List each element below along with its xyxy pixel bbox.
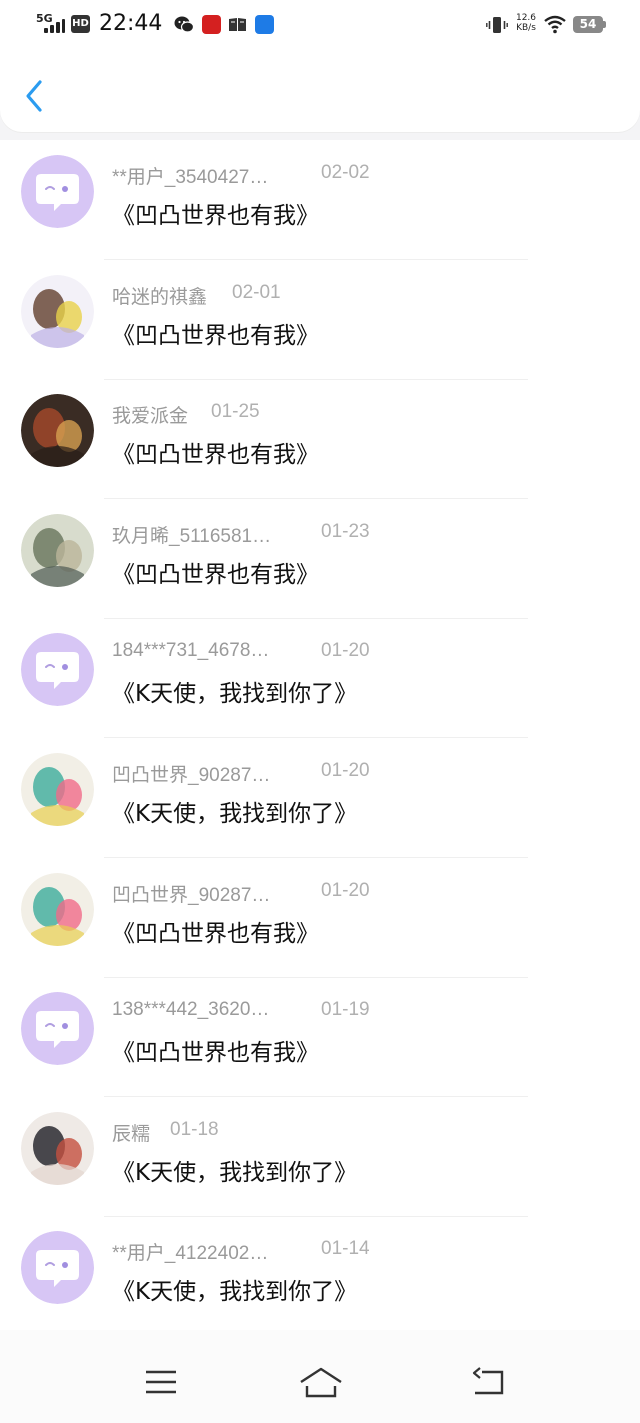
reader-icon [228, 15, 247, 34]
wifi-icon [543, 14, 567, 38]
list-item[interactable]: **用户_3540427… 02-02 《凹凸世界也有我》 [0, 140, 640, 260]
default-chat-avatar[interactable] [21, 992, 94, 1066]
menu-icon[interactable] [141, 1366, 181, 1400]
user-avatar[interactable] [21, 1111, 94, 1185]
default-chat-avatar[interactable] [21, 1231, 94, 1305]
status-bar: 5G HD 22:44 12.6 KB/s 54 [0, 0, 640, 50]
message-date: 02-01 [232, 281, 281, 303]
user-name: **用户_4122402… [112, 1243, 269, 1265]
book-title: 《凹凸世界也有我》 [112, 442, 319, 469]
user-name: 184***731_4678… [112, 640, 270, 662]
user-avatar[interactable] [21, 274, 94, 348]
user-name: 哈迷的祺鑫 [112, 286, 208, 308]
network-speed-value: 12.6 [515, 13, 537, 23]
user-name: 凹凸世界_90287… [112, 884, 271, 906]
network-speed: 12.6 KB/s [512, 13, 540, 33]
book-title: 《K天使，我找到你了》 [112, 1279, 358, 1306]
user-avatar[interactable] [21, 753, 94, 826]
list-item[interactable]: **用户_4122402… 01-14 《K天使，我找到你了》 [0, 1216, 640, 1337]
network-speed-unit: KB/s [516, 23, 536, 33]
message-date: 01-19 [321, 999, 370, 1021]
default-chat-avatar[interactable] [21, 633, 94, 707]
wechat-icon [174, 15, 195, 34]
status-time: 22:44 [99, 11, 163, 36]
book-title: 《凹凸世界也有我》 [112, 920, 319, 947]
message-list: **用户_3540427… 02-02 《凹凸世界也有我》 哈迷的祺鑫 02-01 《凹凸… [0, 140, 640, 1337]
list-item[interactable]: 哈迷的祺鑫 02-01 《凹凸世界也有我》 [0, 260, 640, 380]
back-nav-icon[interactable] [470, 1366, 510, 1400]
book-title: 《K天使，我找到你了》 [112, 681, 358, 708]
list-item[interactable]: 凹凸世界_90287… 01-20 《凹凸世界也有我》 [0, 858, 640, 978]
list-item[interactable]: 138***442_3620… 01-19 《凹凸世界也有我》 [0, 977, 640, 1098]
user-name: 凹凸世界_90287… [112, 765, 271, 786]
message-date: 01-18 [170, 1118, 219, 1140]
book-title: 《凹凸世界也有我》 [112, 561, 319, 588]
message-date: 01-14 [321, 1238, 370, 1260]
user-avatar[interactable] [21, 513, 94, 587]
battery-icon: 54 [573, 16, 606, 33]
list-item[interactable]: 我爱派金 01-25 《凹凸世界也有我》 [0, 379, 640, 500]
message-date: 01-23 [321, 520, 370, 542]
message-date: 01-25 [211, 401, 260, 423]
home-icon[interactable] [298, 1366, 344, 1400]
message-date: 01-20 [321, 879, 370, 901]
user-avatar[interactable] [21, 872, 94, 946]
user-name: 辰糯 [112, 1123, 151, 1145]
book-title: 《K天使，我找到你了》 [112, 801, 358, 827]
message-date: 01-20 [321, 760, 370, 781]
book-title: 《凹凸世界也有我》 [112, 322, 319, 349]
user-name: 138***442_3620… [112, 999, 270, 1021]
default-chat-avatar[interactable] [21, 155, 94, 228]
list-item[interactable]: 184***731_4678… 01-20 《K天使，我找到你了》 [0, 618, 640, 739]
system-nav-bar [0, 1330, 640, 1423]
book-title: 《凹凸世界也有我》 [112, 1040, 319, 1067]
user-name: 我爱派金 [112, 406, 189, 428]
list-item[interactable]: 玖月晞_5116581… 01-23 《凹凸世界也有我》 [0, 499, 640, 619]
user-name: **用户_3540427… [112, 167, 269, 188]
message-date: 01-20 [321, 640, 370, 662]
list-item[interactable]: 凹凸世界_90287… 01-20 《K天使，我找到你了》 [0, 738, 640, 858]
book-title: 《K天使，我找到你了》 [112, 1159, 358, 1186]
app-icon-red [202, 15, 221, 34]
back-button[interactable] [20, 78, 50, 114]
vibrate-icon [486, 15, 508, 39]
top-app-bar: 5G HD 22:44 12.6 KB/s 54 [0, 0, 640, 132]
chevron-left-icon [26, 80, 42, 112]
signal-icon [44, 19, 66, 33]
app-icon-blue [255, 15, 274, 34]
message-date: 02-02 [321, 162, 370, 183]
hd-badge: HD [71, 15, 90, 33]
book-title: 《凹凸世界也有我》 [112, 203, 319, 229]
user-avatar[interactable] [21, 394, 94, 468]
list-item[interactable]: 辰糯 01-18 《K天使，我找到你了》 [0, 1097, 640, 1217]
user-name: 玖月晞_5116581… [112, 525, 272, 547]
